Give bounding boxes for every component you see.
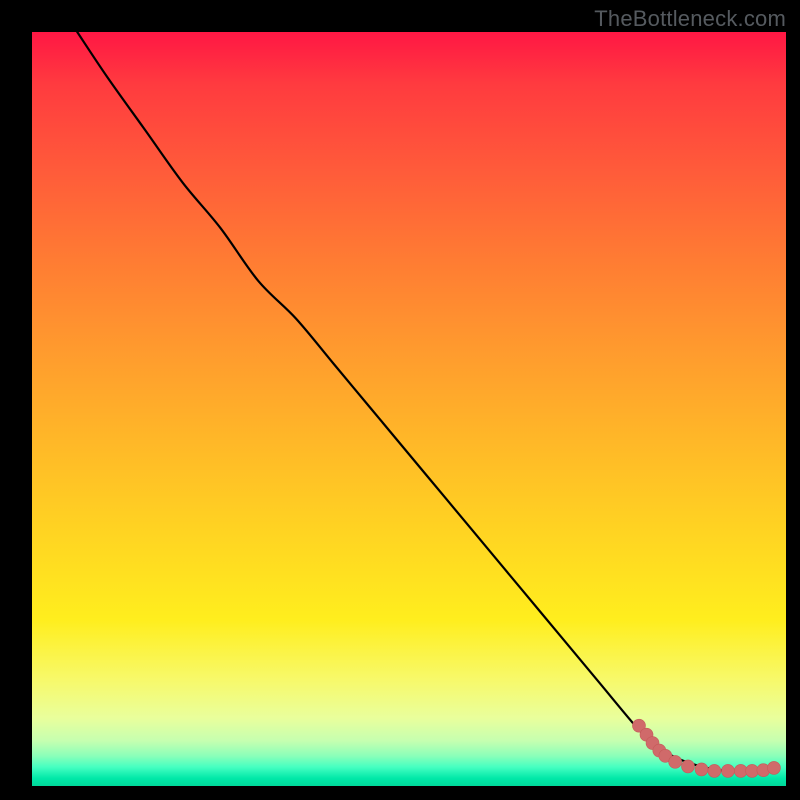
data-point	[681, 760, 694, 773]
data-point	[669, 755, 682, 768]
bottleneck-curve	[77, 32, 771, 771]
data-point	[746, 764, 759, 777]
chart-svg	[32, 32, 786, 786]
data-point	[721, 764, 734, 777]
data-points	[632, 719, 780, 777]
data-point	[708, 764, 721, 777]
plot-area	[32, 32, 786, 786]
data-point	[695, 763, 708, 776]
watermark-text: TheBottleneck.com	[594, 6, 786, 32]
data-point	[767, 761, 780, 774]
chart-frame: TheBottleneck.com	[0, 0, 800, 800]
